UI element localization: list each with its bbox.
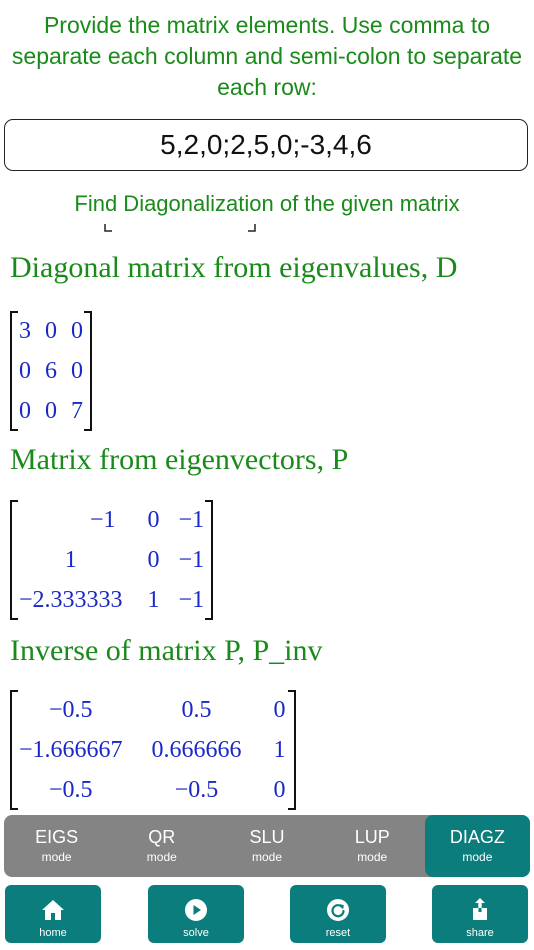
home-label: home (39, 927, 67, 939)
mode-sublabel: mode (146, 850, 177, 864)
matrix-cell: −1 (178, 506, 205, 533)
mode-slu-button[interactable]: SLU mode (214, 815, 319, 877)
matrix-row: −0.5 −0.5 0 (11, 770, 295, 810)
mode-label: EIGS (35, 827, 79, 847)
mode-label: QR (148, 827, 176, 847)
home-icon (42, 900, 64, 920)
matrix-input-field[interactable]: 5,2,0;2,5,0;-3,4,6 (4, 119, 528, 171)
mode-eigs-button[interactable]: EIGS mode (4, 815, 109, 877)
matrix-cell: 0 (71, 317, 83, 344)
reset-button[interactable]: reset (290, 885, 386, 943)
matrix-row: 1 0 −1 (11, 540, 212, 580)
matrix-row: −1.666667 0.666666 1 (11, 730, 295, 770)
mode-label: LUP (354, 827, 390, 847)
mode-sublabel: mode (251, 850, 283, 864)
mode-sublabel: mode (41, 850, 72, 864)
matrix-row: 0 0 7 (11, 391, 91, 431)
matrix-cell: 1 (147, 586, 160, 613)
matrix-cell: −0.5 (174, 776, 219, 803)
play-icon (185, 899, 207, 921)
share-label: share (466, 927, 494, 939)
reset-icon (327, 899, 349, 921)
matrix-cell: −1.666667 (19, 736, 123, 763)
matrix-cell: 6 (45, 357, 57, 384)
mode-sublabel: mode (357, 850, 388, 864)
matrix-cell: −1 (90, 506, 116, 533)
mode-selector-bar: EIGS mode QR mode SLU mode LUP mode DIAG… (4, 815, 531, 877)
solve-button[interactable]: solve (148, 885, 244, 943)
matrix-cell: 0 (71, 357, 83, 384)
matrix-cell: 0 (45, 397, 57, 424)
matrix-cell: 0 (19, 357, 31, 384)
home-button[interactable]: home (5, 885, 101, 943)
solve-label: solve (183, 927, 209, 939)
matrix-cell: 0 (273, 696, 286, 723)
mode-qr-button[interactable]: QR mode (109, 815, 214, 877)
find-diagonalization-link[interactable]: Find Diagonalization of the given matrix (0, 190, 534, 218)
matrix-cell: 0.5 (181, 696, 212, 723)
matrix-cell: 1 (64, 546, 77, 573)
matrix-cell: 0 (147, 506, 160, 533)
matrix-cell: −2.333333 (19, 586, 123, 613)
inverse-matrix-title: Inverse of matrix P, P_inv (10, 634, 323, 667)
matrix-cell: 7 (71, 397, 83, 424)
matrix-cell: 1 (273, 736, 286, 763)
eigenvector-matrix: −1 0 −1 1 0 −1 −2.333333 1 −1 (10, 500, 214, 627)
mode-label: DIAGZ (449, 827, 505, 847)
matrix-row: −2.333333 1 −1 (11, 580, 212, 620)
mode-sublabel: mode (462, 850, 493, 864)
matrix-cell: 0.666666 (151, 736, 242, 763)
matrix-cell: −0.5 (49, 776, 93, 803)
matrix-cell: −1 (178, 586, 205, 613)
mode-lup-button[interactable]: LUP mode (320, 815, 425, 877)
mode-diagz-button[interactable]: DIAGZ mode (424, 815, 531, 877)
inverse-matrix: −0.5 0.5 0 −1.666667 0.666666 1 −0.5 −0.… (10, 690, 296, 817)
matrix-cell: 0 (19, 397, 31, 424)
matrix-cell: −1 (178, 546, 205, 573)
instruction-text: Provide the matrix elements. Use comma t… (11, 12, 523, 100)
diagonal-matrix-title: Diagonal matrix from eigenvalues, D (10, 251, 458, 284)
matrix-cell: 0 (45, 317, 57, 344)
reset-label: reset (325, 927, 351, 939)
matrix-row: −1 0 −1 (11, 500, 212, 540)
matrix-row: 3 0 0 (11, 311, 91, 351)
matrix-row: 0 6 0 (11, 351, 91, 391)
matrix-row: −0.5 0.5 0 (11, 690, 295, 730)
matrix-cell: 0 (147, 546, 160, 573)
matrix-cell: −0.5 (49, 696, 93, 723)
share-icon (473, 898, 487, 920)
matrix-cell: 0 (273, 776, 286, 803)
mode-label: SLU (249, 827, 285, 847)
diagonal-matrix: 3 0 0 0 6 0 0 0 7 (10, 311, 92, 438)
action-bar: home solve reset share (0, 885, 534, 945)
matrix-cell: 3 (19, 317, 31, 344)
clipped-marks (104, 224, 256, 232)
share-button[interactable]: share (432, 885, 528, 943)
eigenvector-matrix-title: Matrix from eigenvectors, P (10, 443, 349, 476)
